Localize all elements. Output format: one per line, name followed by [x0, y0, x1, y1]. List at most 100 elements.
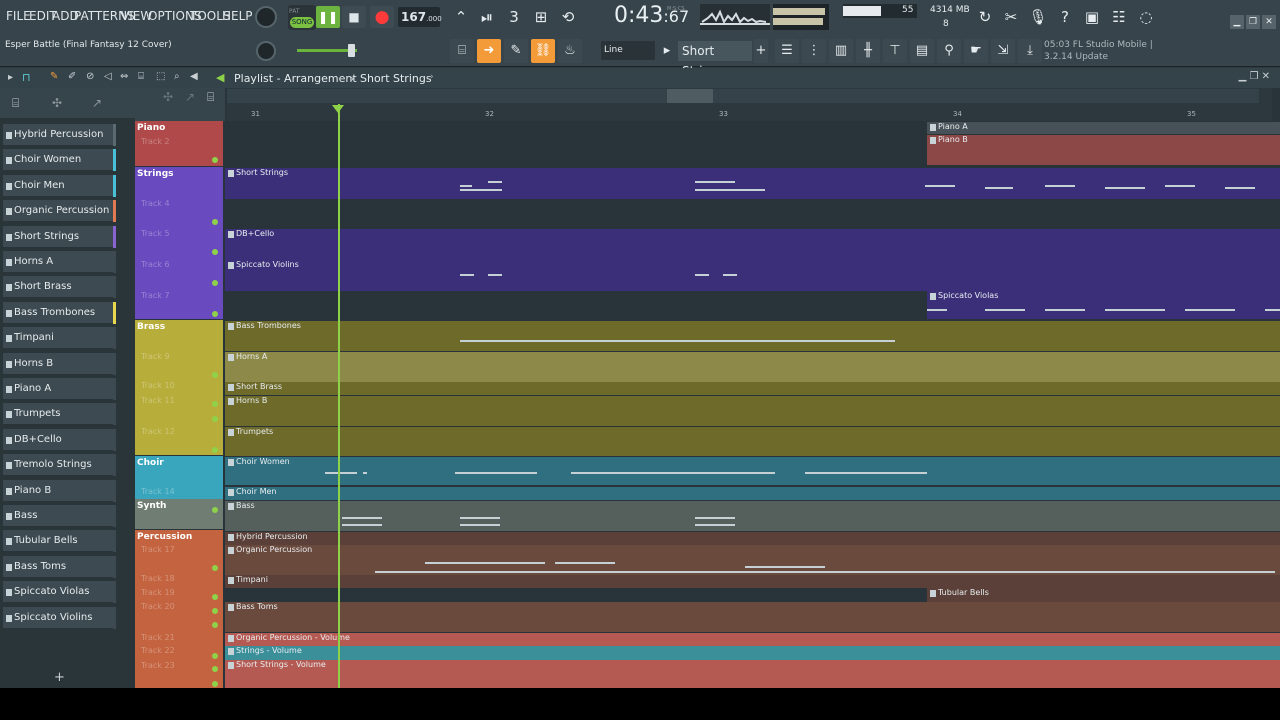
- mute-tool-icon[interactable]: ◁: [104, 71, 112, 82]
- snap-selector[interactable]: Line: [601, 41, 655, 60]
- scrollbar-thumb[interactable]: [667, 89, 713, 103]
- pattern-clip[interactable]: Horns B: [225, 396, 1280, 426]
- piano-roll-icon[interactable]: ⌸: [450, 39, 474, 63]
- pattern-clip[interactable]: Organic Percussion - Volume: [225, 633, 1280, 646]
- pattern-item[interactable]: Bass Toms: [3, 555, 116, 578]
- track-enable-led[interactable]: [212, 280, 218, 286]
- add-pattern-icon[interactable]: +: [54, 670, 65, 685]
- slip-tool-icon[interactable]: ⇔: [120, 71, 128, 82]
- cut-icon[interactable]: ✂: [1000, 6, 1022, 28]
- pause-button[interactable]: ❚❚: [316, 6, 340, 28]
- track-enable-led[interactable]: [212, 416, 218, 422]
- pattern-item[interactable]: Timpani: [3, 327, 116, 350]
- pattern-item[interactable]: Piano B: [3, 479, 116, 502]
- automation-clip-icon[interactable]: ↗: [92, 96, 102, 110]
- track-label[interactable]: Track 11: [141, 396, 175, 405]
- track-enable-led[interactable]: [212, 681, 218, 687]
- master-pitch-knob[interactable]: [256, 41, 276, 61]
- track-label[interactable]: Track 22: [141, 646, 175, 655]
- add-channel-icon[interactable]: +: [754, 39, 768, 63]
- pattern-clip[interactable]: Piano A: [927, 122, 1280, 134]
- step-edit-icon[interactable]: ⊞: [530, 6, 552, 28]
- link-icon[interactable]: ⛓: [531, 39, 555, 63]
- news-hint[interactable]: 05:03 FL Studio Mobile | 3.2.14 Update: [1044, 39, 1172, 65]
- download-icon[interactable]: ⤓: [1018, 39, 1042, 63]
- pattern-item[interactable]: Bass: [3, 505, 116, 527]
- pattern-clip[interactable]: Hybrid Percussion: [225, 532, 1280, 545]
- pattern-clip[interactable]: Bass Trombones: [225, 321, 1280, 351]
- piano-roll-window-icon[interactable]: ⋮: [802, 39, 826, 63]
- piano-keys-icon[interactable]: ⌸: [12, 96, 19, 111]
- pencil-icon[interactable]: ✎: [504, 39, 528, 63]
- track-automation-icon[interactable]: ↗: [185, 90, 195, 104]
- playlist-menu-icon[interactable]: ▸: [8, 72, 13, 83]
- playlist-window-controls[interactable]: ▁ ❐ ✕: [1239, 71, 1270, 82]
- chat-icon[interactable]: ◌: [1135, 6, 1157, 28]
- record-button[interactable]: ●: [370, 6, 394, 28]
- channel-rack-icon[interactable]: ▥: [829, 39, 853, 63]
- pattern-clip[interactable]: DB+Cello: [225, 229, 1280, 260]
- pattern-clip[interactable]: Tubular Bells: [927, 588, 1280, 602]
- track-label[interactable]: Track 12: [141, 427, 175, 436]
- pattern-clip[interactable]: Short Brass: [225, 382, 1280, 395]
- track-enable-led[interactable]: [212, 622, 218, 628]
- metronome-icon[interactable]: ⌃: [450, 6, 472, 28]
- track-enable-led[interactable]: [212, 157, 218, 163]
- pattern-clip[interactable]: Piano B: [927, 135, 1280, 165]
- channel-selector[interactable]: Short Strings: [678, 41, 752, 78]
- pattern-item[interactable]: Tremolo Strings: [3, 454, 116, 477]
- paint-tool-icon[interactable]: ✐: [68, 71, 76, 82]
- track-enable-led[interactable]: [212, 507, 218, 513]
- playback-tool-icon[interactable]: ◀: [190, 71, 198, 82]
- countdown-icon[interactable]: 3: [503, 6, 525, 28]
- pattern-item[interactable]: Horns B: [3, 352, 116, 375]
- master-volume-slider-handle[interactable]: [348, 44, 355, 57]
- track-enable-led[interactable]: [212, 372, 218, 378]
- pattern-item[interactable]: Choir Men: [3, 174, 116, 197]
- track-enable-led[interactable]: [212, 653, 218, 659]
- track-label[interactable]: Track 14: [141, 487, 175, 496]
- menu-help[interactable]: HELP: [222, 9, 253, 23]
- mixer-icon[interactable]: ╫: [856, 39, 880, 63]
- project-icon[interactable]: ▤: [910, 39, 934, 63]
- pattern-clip[interactable]: Timpani: [225, 575, 1280, 588]
- pattern-item[interactable]: Short Brass: [3, 276, 116, 299]
- pattern-item[interactable]: Hybrid Percussion: [3, 124, 116, 146]
- track-label[interactable]: Track 21: [141, 633, 175, 642]
- song-mode-button[interactable]: SONG: [290, 17, 314, 28]
- help-icon[interactable]: ?: [1054, 6, 1076, 28]
- pattern-clip[interactable]: Choir Men: [225, 487, 1280, 500]
- track-enable-led[interactable]: [212, 608, 218, 614]
- pattern-item[interactable]: Choir Women: [3, 149, 116, 172]
- delete-tool-icon[interactable]: ⊘: [86, 71, 94, 82]
- track-label[interactable]: Track 5: [141, 229, 170, 238]
- track-piano-icon[interactable]: ⌸: [207, 90, 214, 105]
- track-enable-led[interactable]: [212, 311, 218, 317]
- stamp-icon[interactable]: ♨: [558, 39, 582, 63]
- pattern-item[interactable]: Piano A: [3, 378, 116, 400]
- select-tool-icon[interactable]: ⬚: [156, 71, 165, 82]
- pattern-item[interactable]: Bass Trombones: [3, 301, 116, 324]
- draw-tool-icon[interactable]: ✎: [50, 71, 58, 82]
- pattern-item[interactable]: Short Strings: [3, 225, 116, 248]
- loop-record-icon[interactable]: ⟲: [557, 6, 579, 28]
- pattern-clip[interactable]: Spiccato Violas: [927, 291, 1280, 319]
- track-label[interactable]: Track 20: [141, 602, 175, 611]
- wait-record-icon[interactable]: ⏯: [476, 6, 498, 28]
- plugin-icon[interactable]: ⚲: [937, 39, 961, 63]
- timeline-ruler[interactable]: 31 32 33 34 35: [227, 88, 1272, 121]
- track-label[interactable]: Track 10: [141, 381, 175, 390]
- track-label[interactable]: Track 6: [141, 260, 170, 269]
- pattern-clip[interactable]: Bass Toms: [225, 602, 1280, 632]
- track-enable-led[interactable]: [212, 594, 218, 600]
- arrow-tool-icon[interactable]: ➜: [477, 39, 501, 63]
- restore-button[interactable]: ❐: [1246, 15, 1260, 29]
- track-group-header[interactable]: Synth: [135, 499, 223, 529]
- pattern-item[interactable]: Organic Percussion: [3, 200, 116, 223]
- track-enable-led[interactable]: [212, 565, 218, 571]
- playhead-marker-icon[interactable]: [332, 105, 344, 113]
- playlist-icon[interactable]: ☰: [775, 39, 799, 63]
- pattern-clip[interactable]: Short Strings - Volume: [225, 660, 1280, 688]
- minimize-button[interactable]: ▁: [1230, 15, 1244, 29]
- master-volume-knob[interactable]: [255, 6, 277, 28]
